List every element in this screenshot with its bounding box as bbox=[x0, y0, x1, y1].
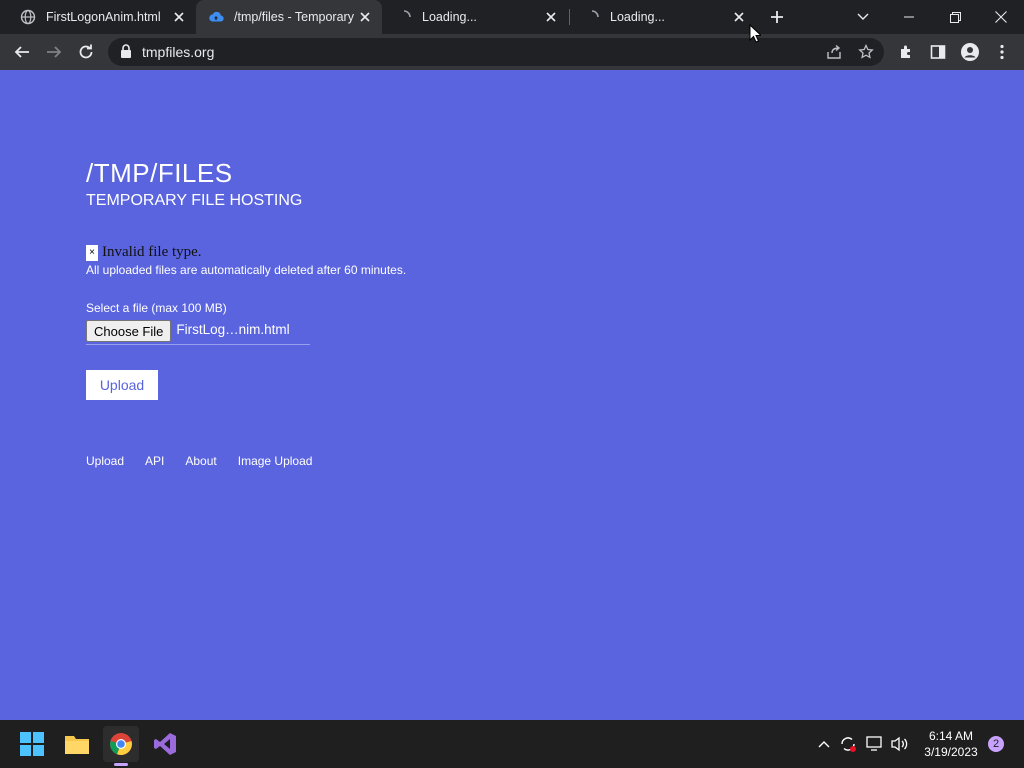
nav-link-upload[interactable]: Upload bbox=[86, 454, 124, 468]
close-tab-icon[interactable] bbox=[730, 8, 748, 26]
file-explorer-icon[interactable] bbox=[59, 726, 95, 762]
profile-icon[interactable] bbox=[954, 36, 986, 68]
active-app-indicator bbox=[114, 763, 128, 766]
volume-icon[interactable] bbox=[889, 732, 911, 756]
tab-search-button[interactable] bbox=[840, 0, 886, 34]
restore-button[interactable] bbox=[932, 0, 978, 34]
nav-link-image-upload[interactable]: Image Upload bbox=[238, 454, 313, 468]
nav-link-about[interactable]: About bbox=[185, 454, 216, 468]
close-tab-icon[interactable] bbox=[356, 8, 374, 26]
choose-file-button[interactable]: Choose File bbox=[86, 320, 172, 342]
spinner-icon bbox=[396, 9, 412, 25]
file-input-label: Select a file (max 100 MB) bbox=[86, 301, 227, 315]
file-input[interactable]: Choose File FirstLog…nim.html bbox=[86, 320, 310, 345]
nav-link-api[interactable]: API bbox=[145, 454, 164, 468]
network-icon[interactable] bbox=[864, 732, 886, 756]
globe-icon bbox=[20, 9, 36, 25]
tab-title: Loading... bbox=[610, 10, 665, 24]
cloud-upload-icon bbox=[208, 9, 224, 25]
clock-time: 6:14 AM bbox=[928, 729, 974, 743]
system-clock[interactable]: 6:14 AM 3/19/2023 bbox=[916, 728, 986, 760]
page-subtitle: TEMPORARY FILE HOSTING bbox=[86, 192, 303, 209]
side-panel-icon[interactable] bbox=[922, 36, 954, 68]
menu-kebab-icon[interactable] bbox=[986, 36, 1018, 68]
lock-icon[interactable] bbox=[120, 44, 132, 64]
error-message: × Invalid file type. bbox=[86, 244, 202, 261]
tab-title: Loading... bbox=[422, 10, 477, 24]
footer-nav: Upload API About Image Upload bbox=[86, 454, 333, 468]
show-hidden-icons-chevron-icon[interactable] bbox=[813, 732, 835, 756]
windows-taskbar: 6:14 AM 3/19/2023 bbox=[0, 720, 1024, 768]
tab-title: FirstLogonAnim.html bbox=[46, 10, 161, 24]
url-text: tmpfiles.org bbox=[142, 44, 215, 60]
forward-button[interactable] bbox=[38, 36, 70, 68]
clock-date: 3/19/2023 bbox=[924, 745, 978, 759]
chrome-taskbar-icon[interactable] bbox=[103, 726, 139, 766]
close-window-button[interactable] bbox=[978, 0, 1024, 34]
back-button[interactable] bbox=[6, 36, 38, 68]
tab-loading-1[interactable]: Loading... bbox=[382, 0, 568, 34]
address-bar[interactable]: tmpfiles.org bbox=[108, 38, 884, 66]
spinner-icon bbox=[584, 9, 600, 25]
minimize-button[interactable] bbox=[886, 0, 932, 34]
mouse-cursor-icon bbox=[749, 24, 761, 43]
tab-tmpfiles[interactable]: /tmp/files - Temporary bbox=[196, 0, 382, 34]
visual-studio-icon[interactable] bbox=[147, 726, 183, 762]
error-text: Invalid file type. bbox=[102, 244, 202, 260]
browser-tab-strip: FirstLogonAnim.html /tmp/files - Tempora… bbox=[0, 0, 1024, 34]
start-button[interactable] bbox=[14, 726, 50, 762]
close-tab-icon[interactable] bbox=[542, 8, 560, 26]
selected-file-name: FirstLog…nim.html bbox=[176, 322, 290, 337]
dismiss-error-button[interactable]: × bbox=[86, 244, 98, 261]
sync-icon[interactable] bbox=[837, 732, 859, 756]
page-title: /TMP/FILES bbox=[86, 158, 233, 188]
upload-button[interactable]: Upload bbox=[86, 370, 158, 400]
close-tab-icon[interactable] bbox=[170, 8, 188, 26]
extensions-icon[interactable] bbox=[890, 36, 922, 68]
tab-firstlogonanim[interactable]: FirstLogonAnim.html bbox=[0, 0, 196, 34]
notification-badge[interactable]: 2 bbox=[988, 736, 1004, 752]
bookmark-star-icon[interactable] bbox=[856, 42, 876, 62]
reload-button[interactable] bbox=[70, 36, 102, 68]
page-content: /TMP/FILES TEMPORARY FILE HOSTING × Inva… bbox=[0, 24, 1024, 720]
browser-toolbar: tmpfiles.org bbox=[0, 34, 1024, 70]
tab-title: /tmp/files - Temporary bbox=[234, 10, 354, 24]
share-icon[interactable] bbox=[824, 42, 844, 62]
deletion-notice: All uploaded files are automatically del… bbox=[86, 263, 407, 277]
tab-loading-2[interactable]: Loading... bbox=[570, 0, 756, 34]
